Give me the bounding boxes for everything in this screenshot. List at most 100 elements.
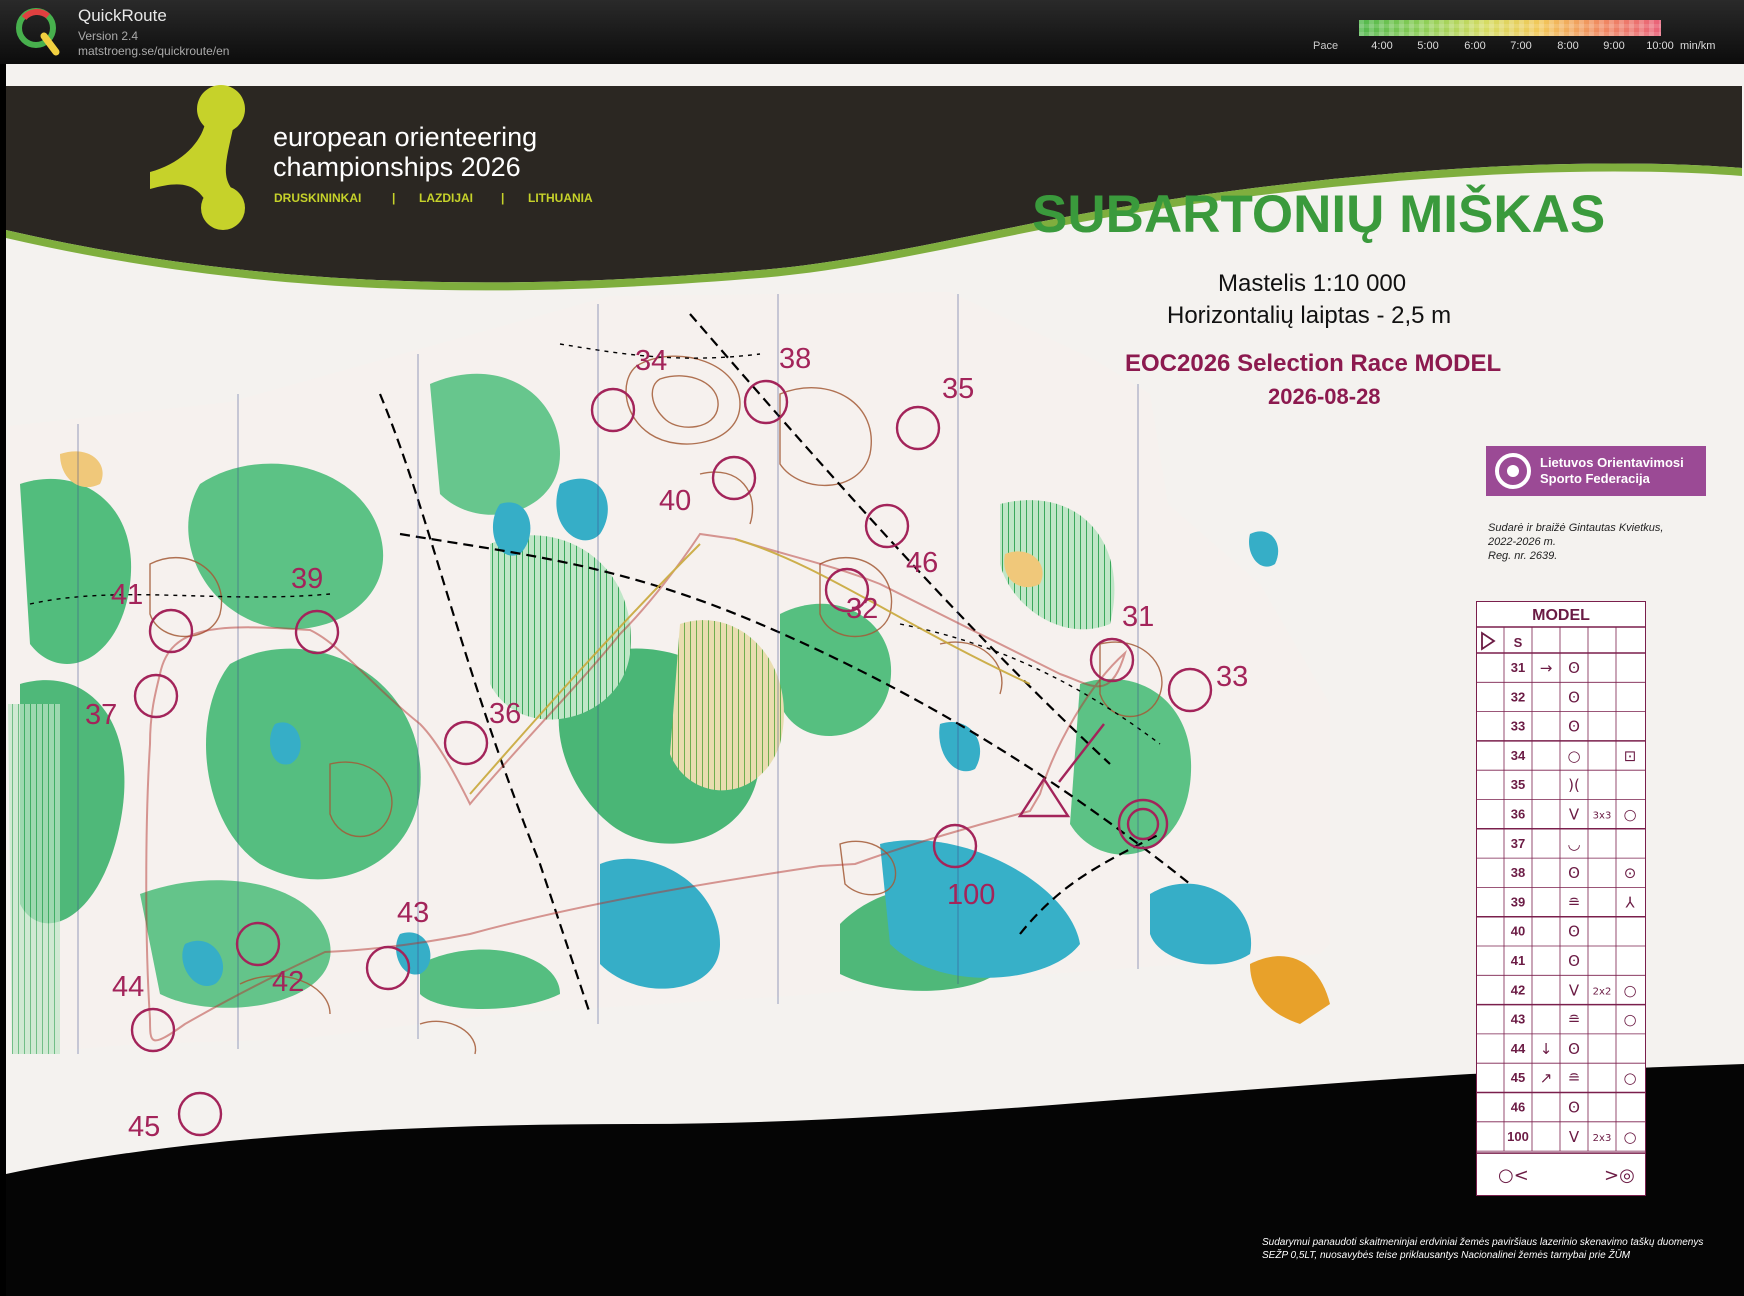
event-place-separator: | <box>501 191 504 205</box>
control-description-cell: 34 <box>1511 748 1526 763</box>
pace-tick: 8:00 <box>1557 40 1579 52</box>
control-description-cell: ○ <box>1623 1011 1636 1029</box>
lidar-note: Sudarymui panaudoti skaitmeninjai erdvin… <box>1262 1236 1732 1262</box>
federation-name-line1: Lietuvos Orientavimosi <box>1540 455 1684 470</box>
control-description-cell: ʘ <box>1568 659 1580 677</box>
control-description-cell: ʘ <box>1568 952 1580 970</box>
header-code: S <box>1514 635 1523 650</box>
control-description-cell: 2x2 <box>1593 986 1612 997</box>
event-place: LAZDIJAI <box>419 191 473 205</box>
quickroute-toolbar: QuickRoute Version 2.4 matstroeng.se/qui… <box>0 0 1744 64</box>
control-label-100: 100 <box>947 879 995 911</box>
pace-tick: 10:00 <box>1646 40 1674 52</box>
event-place: DRUSKININKAI <box>274 191 361 205</box>
map-scale: Mastelis 1:10 000 <box>1218 270 1406 297</box>
map-credits: 2022-2026 m. <box>1487 536 1556 548</box>
control-label-44: 44 <box>112 971 144 1003</box>
control-description-cell: V <box>1569 981 1580 999</box>
control-description-cell: 32 <box>1511 689 1525 704</box>
map-credits: Reg. nr. 2639. <box>1488 550 1557 562</box>
control-description-cell: 39 <box>1511 894 1525 909</box>
control-description-cell: ≘ <box>1568 1069 1581 1087</box>
control-label-32: 32 <box>846 593 878 625</box>
control-description-cell: ⊙ <box>1624 864 1637 882</box>
control-description-cell: ≘ <box>1568 893 1581 911</box>
control-description-cell: ○ <box>1623 1128 1636 1146</box>
race-date: 2026-08-28 <box>1268 384 1381 409</box>
control-description-cell: 45 <box>1511 1070 1525 1085</box>
pace-color-scale <box>1359 20 1661 36</box>
control-description-cell: ◡ <box>1567 835 1580 853</box>
control-description-row: 31 → ʘ <box>1511 659 1580 677</box>
control-description-cell: )( <box>1568 776 1580 794</box>
contour-interval: Horizontalių laiptas - 2,5 m <box>1167 302 1451 329</box>
map-credits: Sudarė ir braižė Gintautas Kvietkus, <box>1488 522 1663 534</box>
control-description-cell: ⅄ <box>1624 893 1635 911</box>
control-description-cell: ○ <box>1623 806 1636 824</box>
control-description-cell: 35 <box>1511 777 1525 792</box>
control-label-41: 41 <box>111 579 143 611</box>
control-description-cell: 41 <box>1511 953 1525 968</box>
control-description-cell: ʘ <box>1568 1099 1580 1117</box>
pace-unit: min/km <box>1680 40 1716 52</box>
control-label-43: 43 <box>397 897 429 929</box>
control-description-cell: ʘ <box>1568 864 1580 882</box>
control-label-40: 40 <box>659 485 691 517</box>
control-description-cell: 33 <box>1511 719 1525 734</box>
control-description-cell: ʘ <box>1568 1040 1580 1058</box>
event-logo-line2: championships 2026 <box>273 152 521 182</box>
app-url[interactable]: matstroeng.se/quickroute/en <box>78 44 229 58</box>
finish-left-symbol: ○< <box>1498 1165 1529 1186</box>
control-description-cell: 43 <box>1511 1012 1525 1027</box>
race-name: EOC2026 Selection Race MODEL <box>1125 350 1501 377</box>
control-description-cell: ○ <box>1567 747 1580 765</box>
quickroute-logo <box>16 8 60 56</box>
control-description-cell: → <box>1540 659 1553 677</box>
control-description-cell: ○ <box>1623 981 1636 999</box>
control-description-cell: 44 <box>1511 1041 1526 1056</box>
federation-name-line2: Sporto Federacija <box>1540 471 1651 486</box>
pace-label: Pace <box>1313 40 1339 52</box>
control-description-cell: 40 <box>1511 924 1525 939</box>
control-label-37: 37 <box>85 699 117 731</box>
pace-tick: 6:00 <box>1464 40 1486 52</box>
pace-tick: 5:00 <box>1417 40 1439 52</box>
control-description-cell: 38 <box>1511 865 1525 880</box>
control-description-cell: 31 <box>1511 660 1525 675</box>
control-description-cell: ʘ <box>1568 923 1580 941</box>
control-description-cell: ↗ <box>1540 1069 1553 1087</box>
pace-tick: 7:00 <box>1510 40 1532 52</box>
control-description-cell: ↓ <box>1540 1040 1553 1058</box>
control-description-title: MODEL <box>1532 607 1590 624</box>
control-description-cell: 36 <box>1511 807 1525 822</box>
pace-tick: 9:00 <box>1603 40 1625 52</box>
control-label-39: 39 <box>291 563 323 595</box>
control-description-sheet: MODEL S 31 → ʘ 32 ʘ 33 ʘ 34 ○ ⊡ 35)(36 V 3x3 ○ 37 ◡ 38 ʘ ⊙… <box>1476 601 1646 1196</box>
finish-right-symbol: >◎ <box>1604 1165 1635 1186</box>
event-place: LITHUANIA <box>528 191 593 205</box>
control-label-33: 33 <box>1216 661 1248 693</box>
lidar-note-line: SEŽP 0,5LT, nuosavybės teise priklausant… <box>1262 1250 1631 1261</box>
control-label-31: 31 <box>1122 601 1154 633</box>
control-description-cell: 2x3 <box>1593 1133 1612 1144</box>
control-description-cell: 37 <box>1511 836 1525 851</box>
pace-legend: Pace 4:00 5:00 6:00 7:00 8:00 9:00 10:00… <box>1300 18 1740 58</box>
control-description-cell: V <box>1569 806 1580 824</box>
control-description-row: 44 ↓ ʘ <box>1511 1040 1580 1058</box>
federation-logo: Lietuvos Orientavimosi Sporto Federacija <box>1486 446 1706 496</box>
control-description-cell: ʘ <box>1568 688 1580 706</box>
control-description-cell: ʘ <box>1568 718 1580 736</box>
pace-tick: 4:00 <box>1371 40 1393 52</box>
control-description-cell: ≘ <box>1568 1011 1581 1029</box>
event-place-separator: | <box>392 191 395 205</box>
control-description-cell: ⊡ <box>1624 747 1637 765</box>
control-label-35: 35 <box>942 373 974 405</box>
control-description-cell: ○ <box>1623 1069 1636 1087</box>
app-version: Version 2.4 <box>78 29 139 43</box>
map-terrain <box>8 292 1330 1055</box>
control-description-cell: 100 <box>1507 1129 1529 1144</box>
control-description-cell: V <box>1569 1128 1580 1146</box>
control-description-cell: 46 <box>1511 1100 1525 1115</box>
lidar-note-line: Sudarymui panaudoti skaitmeninjai erdvin… <box>1262 1237 1704 1248</box>
control-label-34: 34 <box>635 345 667 377</box>
